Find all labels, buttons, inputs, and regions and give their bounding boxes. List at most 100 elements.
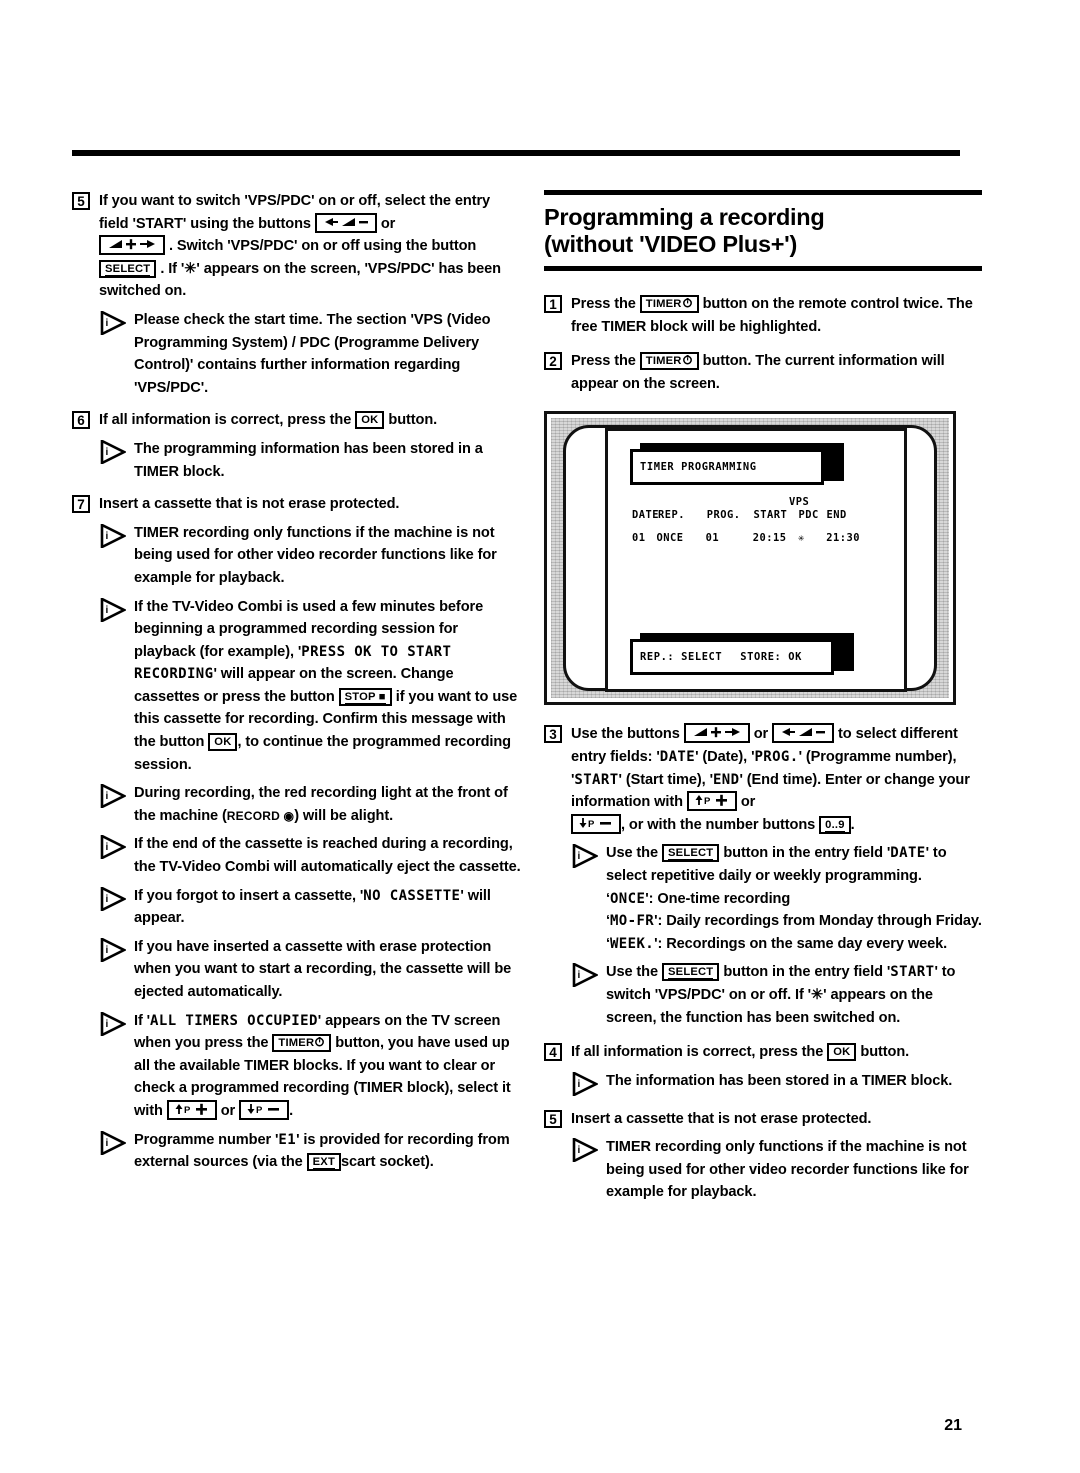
select-key[interactable]: SELECT xyxy=(662,963,720,982)
svg-text:P: P xyxy=(184,1105,191,1115)
tv-screen-figure: TIMER PROGRAMMING VPS DATE REP. PROG. ST… xyxy=(544,411,956,706)
note-press-ok-to-start: i If the TV-Video Combi is used a few mi… xyxy=(100,596,522,777)
note-text: If you have inserted a cassette with era… xyxy=(134,938,512,1000)
step5-text-4: . If '✳' appears on the screen, 'VPS/PDC… xyxy=(99,260,501,300)
s3-field-prog: PROG. xyxy=(754,748,799,765)
page-number: 21 xyxy=(944,1417,962,1434)
number-keys[interactable]: 0..9 xyxy=(819,815,851,834)
step-number: 3 xyxy=(544,725,562,744)
vol-up-glyph xyxy=(109,239,155,250)
info-arrow-icon: i xyxy=(100,596,127,623)
volume-up-key[interactable] xyxy=(99,235,165,256)
step-text: Insert a cassette that is not erase prot… xyxy=(571,1110,872,1127)
svg-text:i: i xyxy=(106,945,109,956)
note-text: The programming information has been sto… xyxy=(134,440,483,480)
osd-cell-rep: ONCE xyxy=(656,532,684,545)
note-programme-e1: i Programme number 'E1' is provided for … xyxy=(100,1129,522,1174)
svg-text:i: i xyxy=(106,531,109,542)
step-number: 5 xyxy=(544,1109,562,1128)
select-key-label: SELECT xyxy=(105,262,151,276)
svg-text:P: P xyxy=(256,1105,263,1115)
select-key[interactable]: SELECT xyxy=(662,844,720,863)
ok-key[interactable]: OK xyxy=(208,733,238,752)
step-text: If you want to switch 'VPS/PDC' on or of… xyxy=(99,190,522,303)
note-select-start-vpspdc: i Use the SELECT button in the entry fie… xyxy=(572,961,982,1029)
step5-text-2: or xyxy=(380,215,396,232)
s1-text-2: button on the remote control xyxy=(702,296,900,312)
two-column-body: 5 If you want to switch 'VPS/PDC' on or … xyxy=(0,190,1080,1210)
stop-key[interactable]: STOP ■ xyxy=(338,687,392,706)
n3a-text-1: Use the xyxy=(606,845,659,862)
s3-field-date: DATE xyxy=(659,748,696,765)
svg-text:i: i xyxy=(578,1145,581,1156)
volume-down-key[interactable] xyxy=(314,212,377,233)
ok-key[interactable]: OK xyxy=(355,411,385,430)
note-text: TIMER recording only functions if the ma… xyxy=(606,1139,969,1201)
info-arrow-icon: i xyxy=(100,438,127,466)
step-text: Insert a cassette that is not erase prot… xyxy=(99,496,400,513)
select-key[interactable]: SELECT xyxy=(99,259,157,278)
info-arrow-icon: i xyxy=(100,834,127,861)
step-number: 4 xyxy=(544,1043,562,1062)
stop-key-label: STOP ■ xyxy=(344,690,386,704)
s3-text-9: , or with the number buttons xyxy=(621,816,816,833)
n7h-text-1: Programme number ' xyxy=(134,1131,279,1148)
volume-up-key[interactable] xyxy=(683,723,750,744)
n3a-option-week-desc: ': Recordings on the same day every week… xyxy=(654,935,948,952)
program-down-key[interactable]: P xyxy=(571,813,621,834)
svg-text:i: i xyxy=(106,318,109,329)
osd-vps-label: VPS xyxy=(789,496,810,509)
svg-text:i: i xyxy=(578,970,581,981)
n7g-text-1: If ' xyxy=(134,1012,151,1029)
note-text: Use the SELECT button in the entry field… xyxy=(606,844,982,952)
s4-text-2: button. xyxy=(860,1044,910,1061)
osd-footer-left: REP.: SELECT xyxy=(640,651,723,664)
step-text: Use the buttons or to select different e… xyxy=(571,723,982,836)
program-up-key[interactable]: P xyxy=(166,1099,217,1120)
info-arrow-icon: i xyxy=(572,1137,599,1164)
note-recording-light: i During recording, the red recording li… xyxy=(100,782,522,827)
osd-cell-pdc: ✳ xyxy=(797,532,805,545)
step-text: If all information is correct, press the… xyxy=(571,1041,982,1064)
svg-text:i: i xyxy=(106,894,109,905)
step-6: 6 If all information is correct, press t… xyxy=(72,409,522,432)
timer-key[interactable]: TIMER xyxy=(272,1034,332,1053)
step-1: 1 Press the TIMER button on the remote c… xyxy=(544,293,982,338)
vol-up-glyph xyxy=(693,727,740,738)
timer-key-label: TIMER xyxy=(645,298,682,310)
ext-key[interactable]: EXT xyxy=(306,1153,341,1172)
step-text: If all information is correct, press the… xyxy=(99,409,522,432)
note-auto-eject-end: i If the end of the cassette is reached … xyxy=(100,833,522,878)
osd-header-pdc: PDC xyxy=(798,509,819,522)
ok-key[interactable]: OK xyxy=(827,1043,857,1062)
heading-rule-top xyxy=(544,190,982,195)
n3a-text-2: button in the entry field ' xyxy=(723,845,891,862)
program-up-key[interactable]: P xyxy=(686,791,737,812)
timer-key[interactable]: TIMER xyxy=(639,295,699,313)
ok-key-label: OK xyxy=(214,736,232,749)
n3a-option-mofr-desc: ': Daily recordings from Monday through … xyxy=(654,913,982,930)
s3-text-10: . xyxy=(850,816,855,833)
timer-key[interactable]: TIMER xyxy=(639,352,699,371)
svg-text:i: i xyxy=(578,1079,581,1090)
step-number: 7 xyxy=(72,495,90,514)
n7g-osd-message: ALL TIMERS OCCUPIED xyxy=(150,1012,318,1029)
tv-outer-frame: TIMER PROGRAMMING VPS DATE REP. PROG. ST… xyxy=(544,411,956,706)
n3a-field-date: DATE xyxy=(890,845,926,862)
volume-down-key[interactable] xyxy=(772,723,835,744)
note-erase-protection: i If you have inserted a cassette with e… xyxy=(100,936,522,1004)
osd-header-rep: REP. xyxy=(658,509,686,522)
note-text: During recording, the red recording ligh… xyxy=(134,782,522,827)
info-arrow-icon: i xyxy=(100,1010,127,1037)
program-down-key[interactable]: P xyxy=(239,1099,290,1120)
n7e-osd-message: NO CASSETTE xyxy=(363,887,461,904)
info-arrow-icon: i xyxy=(100,936,127,963)
n7h-text-3: scart socket). xyxy=(340,1154,434,1171)
info-arrow-icon: i xyxy=(572,843,599,870)
info-arrow-icon: i xyxy=(572,1070,599,1097)
step-5: 5 Insert a cassette that is not erase pr… xyxy=(544,1108,982,1131)
timer-clock-icon xyxy=(315,1037,325,1047)
osd-header-date: DATE xyxy=(632,509,660,522)
n7g-text-4: or xyxy=(220,1102,236,1119)
note-text: Programme number 'E1' is provided for re… xyxy=(134,1129,522,1174)
